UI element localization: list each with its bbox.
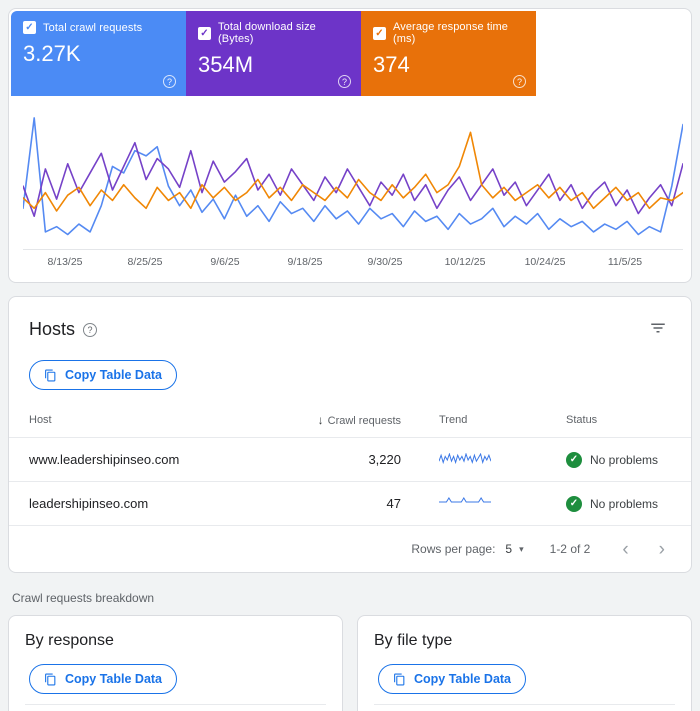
by-file-type-card: By file type Copy Table Data HTML 45% [357, 615, 692, 711]
metric-value: 354M [198, 52, 349, 78]
x-axis-tick: 8/13/25 [47, 256, 82, 268]
crawl-totals-chart-card: ✓ Total crawl requests 3.27K ? ✓ Total d… [8, 8, 692, 283]
metric-card-total-download-size[interactable]: ✓ Total download size (Bytes) 354M ? [186, 11, 361, 96]
help-icon[interactable]: ? [338, 75, 351, 88]
copy-table-data-button[interactable]: Copy Table Data [29, 664, 177, 694]
table-row-host-2[interactable]: leadershipinseo.com 47 ✓ No problems [9, 482, 691, 526]
previous-page-button[interactable]: ‹ [618, 540, 632, 559]
host-name: leadershipinseo.com [29, 496, 251, 511]
rows-per-page-value: 5 [505, 542, 512, 556]
x-axis-tick: 11/5/25 [608, 256, 642, 268]
list-item-ok-200[interactable]: OK (200) 90% [25, 704, 326, 711]
copy-icon [393, 673, 406, 686]
status-ok-icon: ✓ [566, 496, 582, 512]
by-response-card: By response Copy Table Data OK (200) 90% [8, 615, 343, 711]
metric-cards-row: ✓ Total crawl requests 3.27K ? ✓ Total d… [11, 11, 689, 96]
column-header-trend: Trend [401, 414, 526, 426]
time-series-chart: 8/13/25 8/25/25 9/6/25 9/18/25 9/30/25 10/12/… [23, 110, 677, 272]
trend-cell [401, 497, 526, 511]
help-glyph: ? [88, 325, 93, 335]
x-axis-labels: 8/13/25 8/25/25 9/6/25 9/18/25 9/30/25 10/12/… [23, 254, 677, 272]
metric-value: 374 [373, 52, 524, 78]
help-glyph: ? [342, 77, 347, 87]
status-cell: ✓ No problems [526, 452, 671, 468]
check-glyph: ✓ [200, 28, 208, 39]
help-glyph: ? [167, 77, 172, 87]
table-pagination: Rows per page: 5 ▾ 1-2 of 2 ‹ › [9, 526, 691, 572]
check-glyph: ✓ [25, 22, 33, 33]
trend-sparkline [439, 453, 491, 467]
hosts-title: Hosts [29, 319, 75, 340]
trend-cell [401, 453, 526, 467]
status-cell: ✓ No problems [526, 496, 671, 512]
copy-button-label: Copy Table Data [65, 672, 162, 686]
status-badge: No problems [590, 497, 658, 511]
rows-per-page-label: Rows per page: [411, 542, 495, 556]
metric-value: 3.27K [23, 41, 174, 67]
crawl-requests-value: 3,220 [251, 452, 401, 467]
status-badge: No problems [590, 453, 658, 467]
hosts-table-header: Host ↓Crawl requests Trend Status [9, 402, 691, 438]
help-icon[interactable]: ? [513, 75, 526, 88]
help-icon[interactable]: ? [163, 75, 176, 88]
x-axis-tick: 8/25/25 [127, 256, 162, 268]
metric-label: Average response time (ms) [393, 21, 524, 45]
copy-icon [44, 673, 57, 686]
x-axis-tick: 10/24/25 [525, 256, 566, 268]
status-ok-icon: ✓ [566, 452, 582, 468]
hosts-header: Hosts ? [9, 315, 691, 344]
x-axis-tick: 9/30/25 [367, 256, 402, 268]
checkbox-checked-icon[interactable]: ✓ [373, 27, 386, 40]
help-icon[interactable]: ? [83, 323, 97, 337]
table-row-host-1[interactable]: www.leadershipinseo.com 3,220 ✓ No probl… [9, 438, 691, 482]
metric-label: Total crawl requests [43, 22, 142, 34]
x-axis-tick: 9/18/25 [287, 256, 322, 268]
pagination-range: 1-2 of 2 [550, 542, 591, 556]
crawl-stats-page: ✓ Total crawl requests 3.27K ? ✓ Total d… [0, 0, 700, 711]
by-response-title: By response [25, 632, 326, 650]
metric-card-header: ✓ Average response time (ms) [373, 21, 524, 45]
metric-label: Total download size (Bytes) [218, 21, 349, 45]
by-file-type-title: By file type [374, 632, 675, 650]
host-name: www.leadershipinseo.com [29, 452, 251, 467]
column-header-crawl-requests[interactable]: ↓Crawl requests [251, 413, 401, 427]
check-glyph: ✓ [375, 28, 383, 39]
copy-button-label: Copy Table Data [414, 672, 511, 686]
metric-card-average-response-time[interactable]: ✓ Average response time (ms) 374 ? [361, 11, 536, 96]
crawl-requests-value: 47 [251, 496, 401, 511]
column-header-status: Status [526, 414, 671, 426]
help-glyph: ? [517, 77, 522, 87]
metric-card-header: ✓ Total crawl requests [23, 21, 174, 34]
trend-sparkline [439, 497, 491, 511]
rows-per-page-select[interactable]: 5 ▾ [505, 542, 523, 556]
column-header-host: Host [29, 414, 251, 426]
breakdown-section-label: Crawl requests breakdown [12, 591, 688, 605]
list-item-html[interactable]: HTML 45% [374, 704, 675, 711]
checkbox-checked-icon[interactable]: ✓ [198, 27, 211, 40]
x-axis-tick: 10/12/25 [445, 256, 486, 268]
hosts-card: Hosts ? Copy Table Data Host ↓Crawl requ… [8, 296, 692, 573]
checkbox-checked-icon[interactable]: ✓ [23, 21, 36, 34]
metric-card-header: ✓ Total download size (Bytes) [198, 21, 349, 45]
breakdown-grid: By response Copy Table Data OK (200) 90%… [8, 615, 692, 711]
copy-icon [44, 369, 57, 382]
copy-button-label: Copy Table Data [65, 368, 162, 382]
crawl-line-chart [23, 110, 683, 250]
metric-card-total-crawl-requests[interactable]: ✓ Total crawl requests 3.27K ? [11, 11, 186, 96]
caret-down-icon: ▾ [519, 544, 524, 555]
copy-table-data-button[interactable]: Copy Table Data [378, 664, 526, 694]
copy-table-data-button[interactable]: Copy Table Data [29, 360, 177, 390]
x-axis-tick: 9/6/25 [210, 256, 239, 268]
filter-icon[interactable] [645, 315, 671, 344]
sort-descending-icon: ↓ [318, 413, 324, 427]
next-page-button[interactable]: › [655, 540, 669, 559]
